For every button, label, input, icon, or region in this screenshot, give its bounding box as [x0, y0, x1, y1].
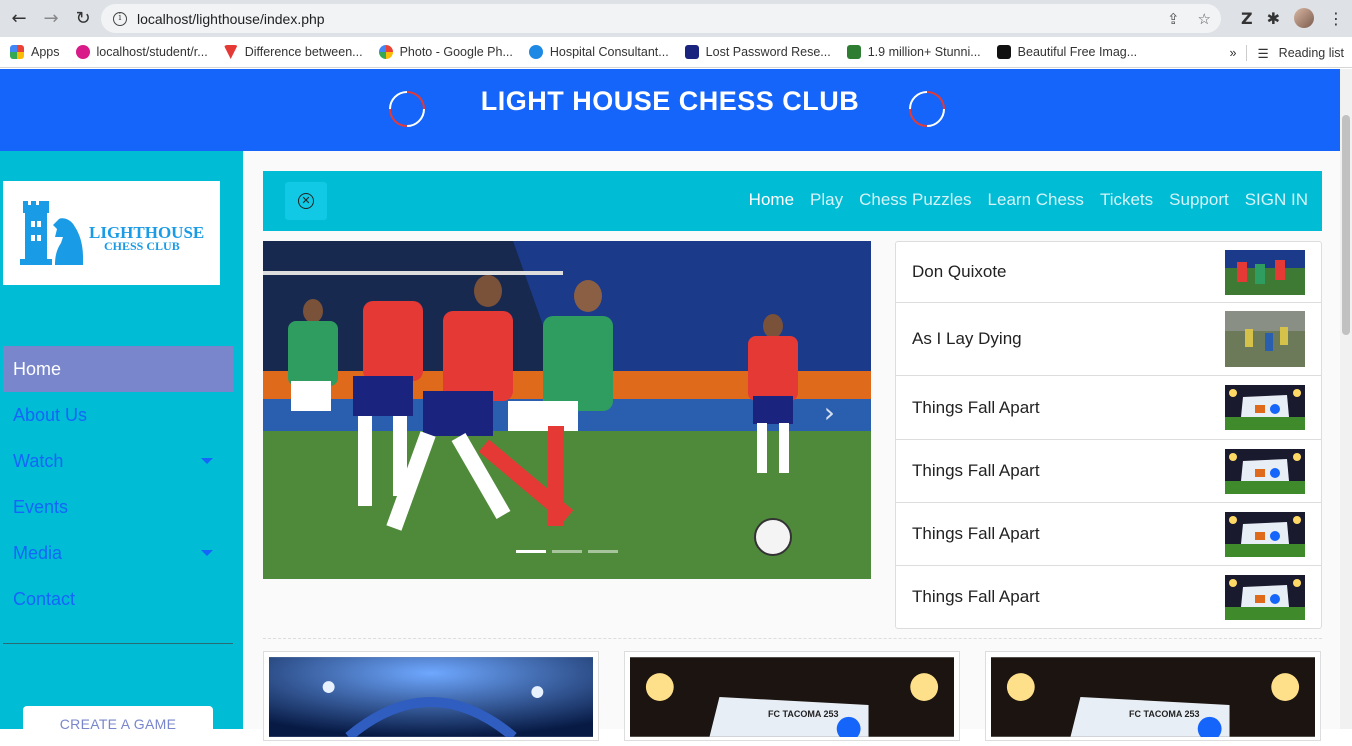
bookmark-item[interactable]: Photo - Google Ph... — [378, 45, 513, 59]
hero-carousel[interactable]: › — [263, 241, 871, 579]
nav-play[interactable]: Play — [810, 190, 843, 210]
divider — [1246, 45, 1248, 61]
favicon-icon — [996, 45, 1011, 59]
section-divider — [263, 638, 1322, 639]
list-thumbnail — [1225, 511, 1305, 557]
bookmark-star-icon[interactable]: ☆ — [1198, 10, 1211, 28]
nav-learn-chess[interactable]: Learn Chess — [988, 190, 1084, 210]
more-bookmarks-button[interactable]: » — [1230, 46, 1237, 60]
sidebar-item-home[interactable]: Home — [3, 346, 233, 392]
puzzle-icon[interactable]: ✱ — [1267, 9, 1280, 28]
site-title: LIGHT HOUSE CHESS CLUB — [480, 86, 860, 116]
create-game-button[interactable]: CREATE A GAME — [23, 706, 213, 746]
list-item[interactable]: Don Quixote — [896, 242, 1321, 303]
page-scrollbar[interactable] — [1340, 69, 1352, 729]
list-item[interactable]: As I Lay Dying — [896, 303, 1321, 376]
list-item[interactable]: Things Fall Apart — [896, 503, 1321, 566]
carousel-indicator[interactable] — [588, 550, 618, 553]
list-thumbnail — [1225, 448, 1305, 494]
url-text[interactable]: localhost/lighthouse/index.php — [137, 11, 325, 27]
reload-icon[interactable]: ↻ — [70, 6, 96, 32]
list-item[interactable]: Things Fall Apart — [896, 376, 1321, 440]
page: LIGHT HOUSE CHESS CLUB LIGHTHOUSE CHESS … — [0, 69, 1352, 746]
profile-avatar[interactable] — [1294, 8, 1314, 28]
kebab-menu-icon[interactable]: ⋮ — [1328, 9, 1344, 28]
event-card[interactable] — [985, 651, 1321, 741]
sidebar-item-media[interactable]: Media — [3, 530, 233, 576]
card-caption: FC TACOMA 253 — [1129, 709, 1200, 719]
card-caption: FC TACOMA 253 — [768, 709, 839, 719]
card-image — [269, 657, 593, 741]
nav-sign-in[interactable]: SIGN IN — [1245, 190, 1308, 210]
address-bar[interactable]: i localhost/lighthouse/index.php ⇪ ☆ — [101, 4, 1221, 33]
nav-home[interactable]: Home — [749, 190, 794, 210]
news-list: Don Quixote As I Lay Dying Things Fall A… — [895, 241, 1322, 629]
extension-z-icon[interactable]: Z — [1241, 9, 1253, 28]
bookmark-item[interactable]: Difference between... — [223, 45, 363, 59]
event-card[interactable] — [624, 651, 960, 741]
favicon-icon — [528, 45, 543, 59]
site-header: LIGHT HOUSE CHESS CLUB — [0, 69, 1340, 151]
back-icon[interactable]: ← — [6, 6, 32, 32]
sidebar-item-watch[interactable]: Watch — [3, 438, 233, 484]
reading-list-icon[interactable]: ☰ — [1257, 46, 1268, 61]
scrollbar-thumb[interactable] — [1342, 115, 1350, 335]
info-icon[interactable]: i — [113, 11, 127, 26]
list-thumbnail — [1225, 249, 1305, 295]
carousel-indicator[interactable] — [552, 550, 582, 553]
google-photos-icon — [378, 45, 393, 59]
list-thumbnail — [1225, 574, 1305, 620]
favicon-icon — [846, 45, 861, 59]
reading-list-button[interactable]: Reading list — [1279, 46, 1344, 60]
favicon-icon — [223, 45, 238, 59]
bookmark-item[interactable]: Hospital Consultant... — [528, 45, 669, 59]
nav-chess-puzzles[interactable]: Chess Puzzles — [859, 190, 971, 210]
event-card[interactable] — [263, 651, 599, 741]
sidebar-menu: Home About Us Watch Events Media Contact — [3, 346, 233, 622]
share-icon[interactable]: ⇪ — [1167, 10, 1180, 28]
bookmark-item[interactable]: Beautiful Free Imag... — [996, 45, 1137, 59]
sidebar-item-events[interactable]: Events — [3, 484, 233, 530]
bookmark-item[interactable]: 1.9 million+ Stunni... — [846, 45, 981, 59]
card-image — [991, 657, 1315, 741]
card-image — [630, 657, 954, 741]
caret-down-icon — [201, 458, 213, 464]
list-thumbnail — [1225, 385, 1305, 430]
list-item[interactable]: Things Fall Apart — [896, 566, 1321, 628]
carousel-next-icon[interactable]: › — [824, 396, 835, 429]
carousel-indicator[interactable] — [516, 550, 546, 553]
forward-icon[interactable]: → — [38, 6, 64, 32]
sidebar: LIGHTHOUSE CHESS CLUB Home About Us Watc… — [0, 151, 243, 746]
carousel-indicators — [516, 550, 618, 553]
nav-support[interactable]: Support — [1169, 190, 1229, 210]
sidebar-toggle-button[interactable]: ✕ — [285, 182, 327, 220]
favicon-icon — [684, 45, 699, 59]
refresh-spinner-icon — [909, 91, 945, 127]
carousel-slide-image — [263, 241, 871, 579]
list-item[interactable]: Things Fall Apart — [896, 440, 1321, 503]
sidebar-item-about-us[interactable]: About Us — [3, 392, 233, 438]
nav-tickets[interactable]: Tickets — [1100, 190, 1153, 210]
browser-toolbar: ← → ↻ i localhost/lighthouse/index.php ⇪… — [0, 0, 1352, 37]
bookmark-item[interactable]: localhost/student/r... — [75, 45, 208, 59]
bookmarks-bar: Apps localhost/student/r... Difference b… — [0, 37, 1352, 68]
close-circle-icon: ✕ — [298, 193, 314, 209]
bookmark-apps[interactable]: Apps — [10, 45, 60, 59]
main-navbar: ✕ Home Play Chess Puzzles Learn Chess Ti… — [263, 171, 1322, 231]
apps-grid-icon — [10, 45, 24, 59]
caret-down-icon — [201, 550, 213, 556]
sidebar-item-contact[interactable]: Contact — [3, 576, 233, 622]
logo-subtext: CHESS CLUB — [104, 239, 180, 253]
sidebar-divider — [3, 643, 233, 644]
bookmark-item[interactable]: Lost Password Rese... — [684, 45, 831, 59]
list-thumbnail — [1225, 311, 1305, 367]
club-logo[interactable]: LIGHTHOUSE CHESS CLUB — [3, 181, 220, 285]
favicon-icon — [75, 45, 90, 59]
